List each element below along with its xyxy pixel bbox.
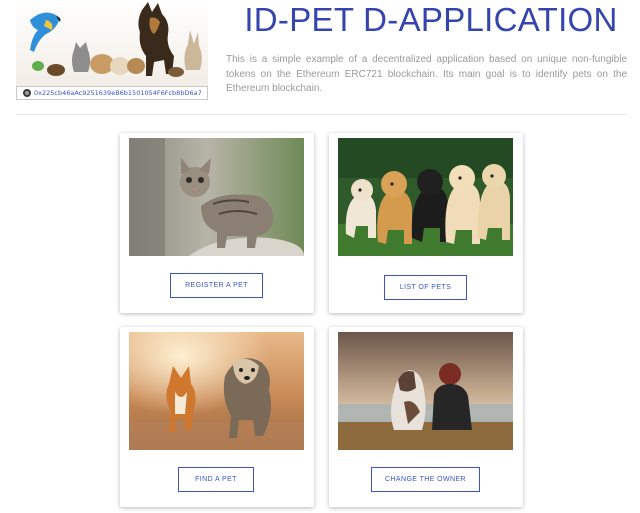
account-address-bar: 0x225cb46aAc9251639eB6b1501054F6Fcb8bD6a… (16, 86, 208, 100)
register-pet-button[interactable]: REGISTER A PET (170, 273, 263, 298)
running-dogs-photo (129, 332, 304, 450)
pets-hero-image (16, 0, 208, 86)
card-list-pets: LIST OF PETS (329, 133, 523, 313)
identicon-icon (23, 89, 31, 97)
card-find-pet: FIND A PET (120, 327, 314, 507)
change-owner-button[interactable]: CHANGE THE OWNER (371, 467, 480, 492)
card-register-pet: REGISTER A PET (120, 133, 314, 313)
list-of-pets-button[interactable]: LIST OF PETS (384, 275, 467, 300)
find-pet-button[interactable]: FIND A PET (178, 467, 254, 492)
card-change-owner: CHANGE THE OWNER (329, 327, 523, 507)
puppies-photo (338, 138, 513, 256)
dog-and-owner-photo (338, 332, 513, 450)
page-title: ID-PET D-APPLICATION (244, 1, 618, 38)
kitten-photo (129, 138, 304, 256)
account-address: 0x225cb46aAc9251639eB6b1501054F6Fcb8bD6a… (34, 89, 202, 97)
header-divider (16, 114, 627, 115)
app-description: This is a simple example of a decentrali… (226, 54, 627, 94)
